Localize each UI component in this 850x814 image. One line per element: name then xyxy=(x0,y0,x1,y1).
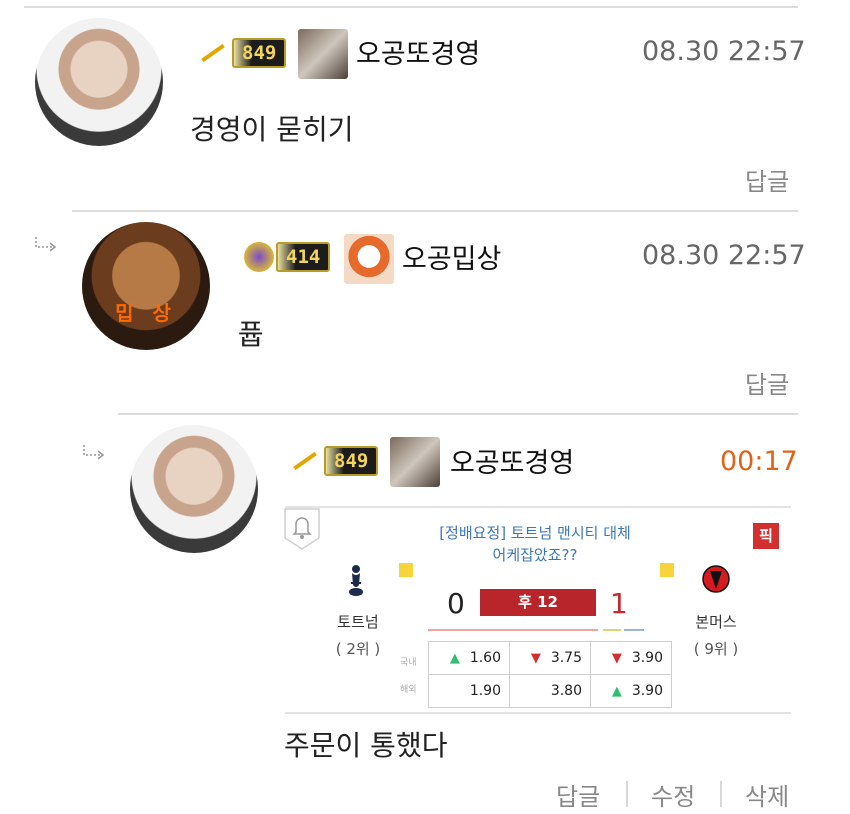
arrow-up-icon: ▲ xyxy=(611,684,622,699)
card-border xyxy=(285,506,791,508)
timestamp: 00:17 xyxy=(720,446,798,477)
odds-cell[interactable]: 3.80 xyxy=(509,674,591,708)
user-icon xyxy=(344,234,394,284)
home-team-name[interactable]: 토트넘 xyxy=(323,611,393,632)
odds-row: ▲ 1.60 ▼ 3.75 ▼ 3.90 xyxy=(428,641,672,675)
away-team-logo-icon xyxy=(702,565,730,593)
pick-badge: 픽 xyxy=(753,523,779,549)
avatar[interactable]: 밉 상 xyxy=(82,222,210,350)
level-number: 849 xyxy=(324,446,379,476)
avatar-tag: 밉 상 xyxy=(115,301,177,325)
odds-cell[interactable]: 1.90 xyxy=(428,674,510,708)
action-separator xyxy=(626,781,628,807)
bell-icon[interactable] xyxy=(284,508,320,550)
edit-button[interactable]: 수정 xyxy=(651,777,695,812)
reply-arrow-icon xyxy=(35,237,57,252)
odds-row-label: 국내 xyxy=(400,658,417,668)
avatar[interactable] xyxy=(130,425,258,553)
match-post-title-line1[interactable]: [정배요정] 토트넘 맨시티 대체 xyxy=(400,522,670,544)
odds-cell[interactable]: ▼ 3.75 xyxy=(509,641,591,675)
reply-arrow-icon xyxy=(83,445,105,460)
match-post-title-line2[interactable]: 어케잡았죠?? xyxy=(400,544,670,566)
card-border xyxy=(285,712,791,714)
user-icon xyxy=(298,29,348,79)
arrow-down-icon: ▼ xyxy=(611,651,622,666)
home-score: 0 xyxy=(447,587,465,620)
divider-top xyxy=(24,6,798,8)
arrow-up-icon: ▲ xyxy=(449,651,460,666)
nickname[interactable]: 오공또경영 xyxy=(356,32,480,71)
level-number: 849 xyxy=(232,38,287,68)
match-status: 후 12 xyxy=(480,589,596,616)
level-emblem-icon xyxy=(244,242,274,272)
spark-icon xyxy=(201,43,225,63)
odds-cell[interactable]: ▲ 1.60 xyxy=(428,641,510,675)
away-team-rank: ( 9위 ) xyxy=(693,640,739,658)
momentum-bar-away xyxy=(624,629,644,631)
yellow-card-icon xyxy=(660,563,674,577)
home-team-logo-icon xyxy=(349,565,363,596)
level-badge: 414 xyxy=(244,242,331,272)
level-number: 414 xyxy=(276,242,331,272)
odds-row-label: 해외 xyxy=(400,685,417,695)
odds-cell[interactable]: ▲ 3.90 xyxy=(590,674,672,708)
timestamp: 08.30 22:57 xyxy=(642,240,806,271)
level-badge: 849 xyxy=(292,446,379,476)
spark-icon xyxy=(293,451,317,471)
comment-text: 경영이 묻히기 xyxy=(190,113,354,146)
comment-text: 퓹 xyxy=(238,318,264,351)
odds-table: ▲ 1.60 ▼ 3.75 ▼ 3.90 1.90 3.80 ▲ 3.90 xyxy=(428,641,672,708)
avatar[interactable] xyxy=(35,18,163,146)
divider xyxy=(72,210,798,212)
nickname[interactable]: 오공또경영 xyxy=(450,441,574,480)
reply-button[interactable]: 답글 xyxy=(556,777,600,812)
momentum-bar-home xyxy=(428,629,598,631)
divider xyxy=(118,413,798,415)
nickname[interactable]: 오공밉상 xyxy=(402,237,501,276)
momentum-bar-mid xyxy=(603,629,621,631)
odds-row: 1.90 3.80 ▲ 3.90 xyxy=(428,674,672,708)
away-score: 1 xyxy=(610,587,628,620)
timestamp: 08.30 22:57 xyxy=(642,36,806,67)
action-separator xyxy=(720,781,722,807)
delete-button[interactable]: 삭제 xyxy=(745,777,789,812)
comment-text: 주문이 통했다 xyxy=(284,729,448,762)
level-badge: 849 xyxy=(200,38,287,68)
reply-button[interactable]: 답글 xyxy=(745,162,789,197)
yellow-card-icon xyxy=(399,563,413,577)
reply-button[interactable]: 답글 xyxy=(745,365,789,400)
user-icon xyxy=(390,437,440,487)
away-team-name[interactable]: 본머스 xyxy=(681,611,751,632)
odds-cell[interactable]: ▼ 3.90 xyxy=(590,641,672,675)
arrow-down-icon: ▼ xyxy=(530,651,541,666)
home-team-rank: ( 2위 ) xyxy=(335,640,381,658)
